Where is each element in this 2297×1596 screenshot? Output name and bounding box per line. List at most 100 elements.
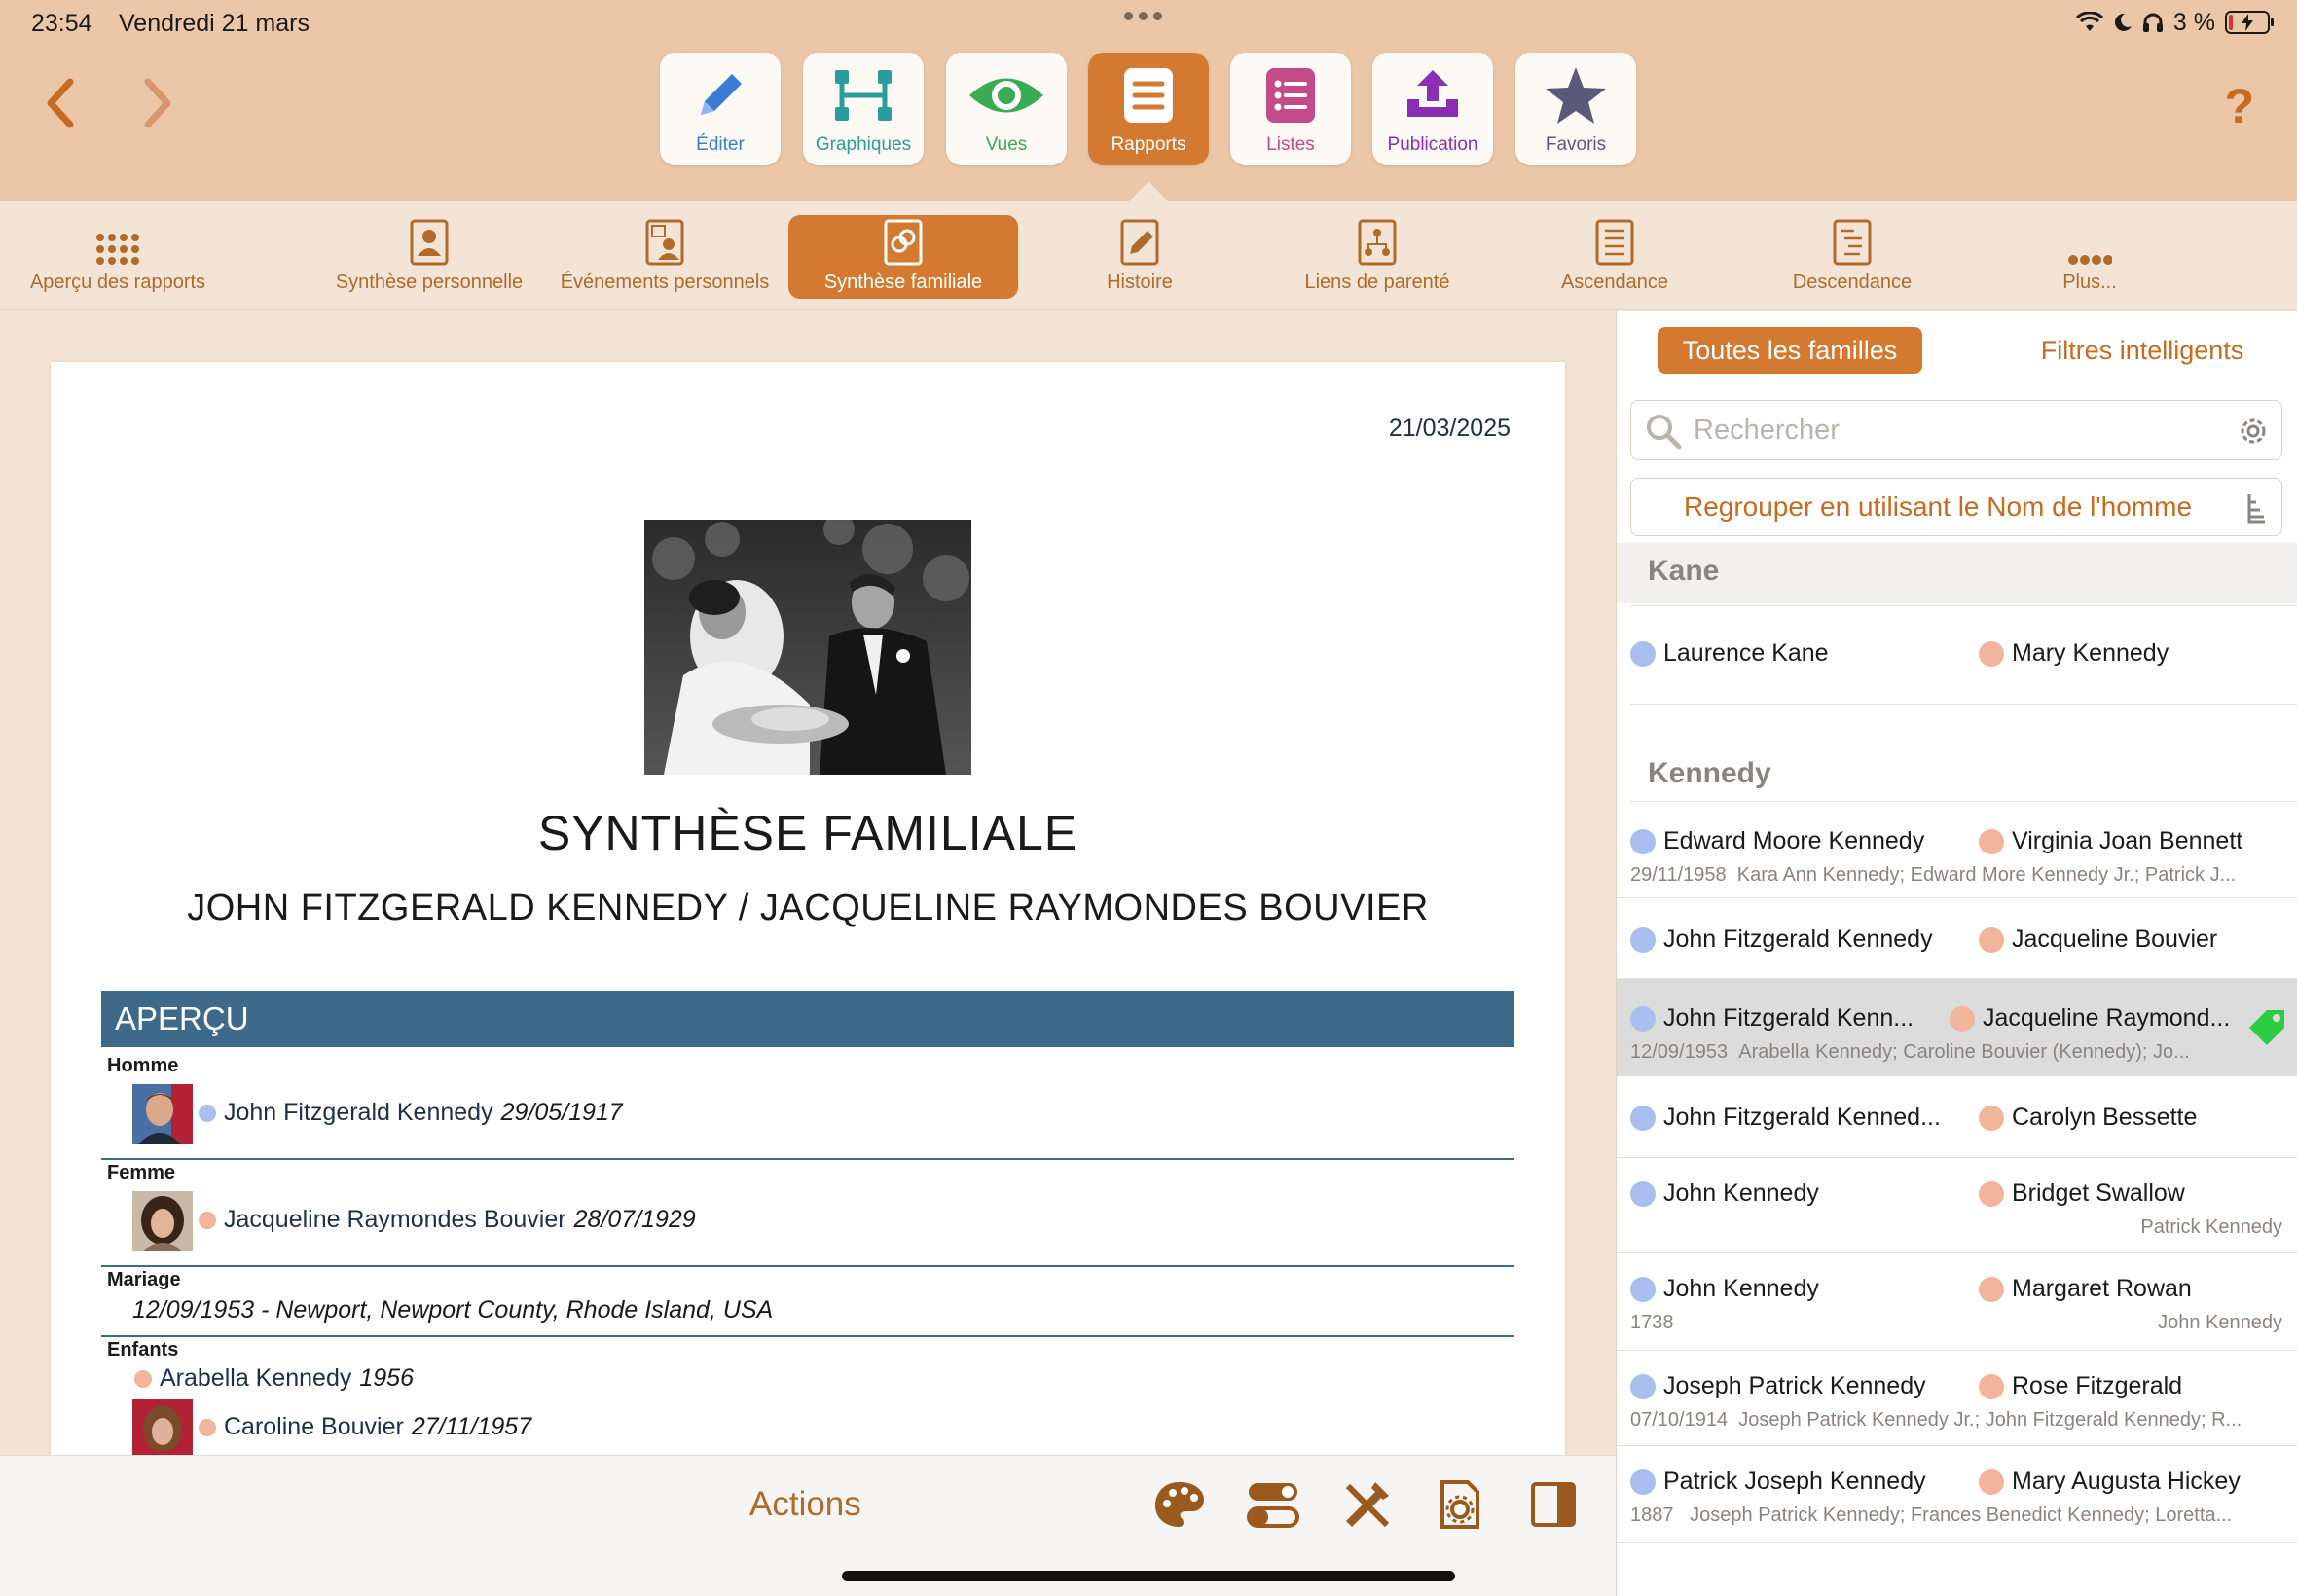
female-indicator-icon <box>134 1369 152 1388</box>
female-indicator-icon <box>1950 1005 1975 1032</box>
toggles-icon[interactable] <box>1244 1475 1302 1534</box>
wife-name: Mary Kennedy <box>2012 639 2169 667</box>
search-placeholder: Rechercher <box>1694 415 1840 446</box>
help-button[interactable]: ? <box>2224 78 2254 134</box>
tab-label: Ascendance <box>1560 272 1669 293</box>
family-row[interactable]: John Kennedy Bridget Swallow Patrick Ken… <box>1617 1158 2297 1253</box>
family-row-selected[interactable]: John Fitzgerald Kenn... Jacqueline Raymo… <box>1617 979 2297 1076</box>
favorites-label: Favoris <box>1545 134 1607 155</box>
report-lines-icon <box>1088 62 1209 128</box>
family-row[interactable]: Patrick Joseph Kennedy Mary Augusta Hick… <box>1617 1446 2297 1543</box>
tab-label: Plus... <box>2062 272 2117 293</box>
status-date: Vendredi 21 mars <box>119 10 310 37</box>
tab-relationships[interactable]: Liens de parenté <box>1269 215 1485 299</box>
husband-name: John Fitzgerald Kennedy <box>224 1099 493 1126</box>
husband-name: John Fitzgerald Kennedy <box>1663 925 1933 953</box>
female-indicator-icon <box>1979 1105 2004 1131</box>
husband-portrait[interactable] <box>132 1084 193 1144</box>
section-header-kane: Kane <box>1617 543 2297 603</box>
wife-portrait[interactable] <box>132 1191 193 1251</box>
husband-birth-date: 29/05/1917 <box>500 1099 623 1126</box>
forward-arrow-icon[interactable] <box>138 78 177 136</box>
section-header-kennedy: Kennedy <box>1617 745 2297 806</box>
home-indicator[interactable] <box>842 1571 1455 1581</box>
reports-button[interactable]: Rapports <box>1088 53 1209 165</box>
wife-entry[interactable]: Jacqueline Raymondes Bouvier 28/07/1929 <box>199 1206 696 1234</box>
group-by-button[interactable]: Regrouper en utilisant le Nom de l'homme <box>1630 478 2282 536</box>
tab-family-summary[interactable]: Synthèse familiale <box>788 215 1018 299</box>
tab-person-summary[interactable]: Synthèse personnelle <box>321 215 537 299</box>
family-row[interactable]: John Fitzgerald Kennedy Jacqueline Bouvi… <box>1617 898 2297 979</box>
star-icon <box>1515 62 1636 128</box>
tab-reports-overview[interactable]: Aperçu des rapports <box>10 215 226 299</box>
male-indicator-icon <box>1630 1180 1656 1207</box>
children-names: John Kennedy <box>2158 1312 2282 1333</box>
views-button[interactable]: Vues <box>946 53 1067 165</box>
more-dots-icon <box>1982 215 2198 266</box>
child-date: 1956 <box>359 1364 414 1392</box>
child-date: 27/11/1957 <box>411 1413 532 1440</box>
views-label: Vues <box>985 134 1028 155</box>
charts-button[interactable]: Graphiques <box>803 53 924 165</box>
family-row[interactable]: John Fitzgerald Kenned... Carolyn Besset… <box>1617 1076 2297 1158</box>
husband-entry[interactable]: John Fitzgerald Kennedy 29/05/1917 <box>199 1099 623 1127</box>
child-entry[interactable]: Arabella Kennedy 1956 <box>134 1364 414 1393</box>
child-portrait[interactable] <box>132 1399 193 1455</box>
child-entry[interactable]: Caroline Bouvier 27/11/1957 <box>199 1413 531 1441</box>
family-row[interactable]: John Kennedy Margaret Rowan 1738 John Ke… <box>1617 1253 2297 1351</box>
top-toolbar: 23:54 Vendredi 21 mars 3 % Éditer Graphi… <box>0 0 2297 201</box>
husband-name: John Fitzgerald Kenned... <box>1663 1104 1941 1131</box>
palette-icon[interactable] <box>1150 1475 1209 1534</box>
marriage-date: 07/10/1914 <box>1630 1409 1729 1431</box>
ancestry-doc-icon <box>1507 215 1723 266</box>
male-indicator-icon <box>1630 1005 1656 1032</box>
child-name: Caroline Bouvier <box>224 1413 404 1440</box>
husband-name: Laurence Kane <box>1663 639 1829 667</box>
female-indicator-icon <box>1979 640 2004 667</box>
doc-settings-icon[interactable] <box>1431 1475 1489 1534</box>
sidebar-icon[interactable] <box>1524 1475 1583 1534</box>
back-arrow-icon[interactable] <box>41 78 80 136</box>
female-indicator-icon <box>1979 1469 2004 1495</box>
marriage-label: Mariage <box>107 1269 181 1290</box>
family-row[interactable]: Edward Moore Kennedy Virginia Joan Benne… <box>1617 802 2297 898</box>
children-names: Patrick Kennedy <box>2140 1216 2282 1238</box>
gear-icon[interactable] <box>2237 415 2270 448</box>
wife-birth-date: 28/07/1929 <box>573 1206 696 1233</box>
search-field[interactable]: Rechercher <box>1630 400 2282 460</box>
husband-name: John Kennedy <box>1663 1275 1819 1302</box>
family-row[interactable]: Laurence Kane Mary Kennedy <box>1617 606 2297 704</box>
wifi-icon <box>2075 12 2103 31</box>
publication-button[interactable]: Publication <box>1372 53 1493 165</box>
tab-story[interactable]: Histoire <box>1032 215 1248 299</box>
tab-label: Événements personnels <box>560 272 770 293</box>
divider <box>1630 704 2297 705</box>
female-indicator-icon <box>1979 1373 2004 1399</box>
tab-person-events[interactable]: Événements personnels <box>553 215 777 299</box>
divider <box>101 1265 1514 1267</box>
family-row[interactable]: Joseph Patrick Kennedy Rose Fitzgerald 0… <box>1617 1351 2297 1446</box>
tab-label: Aperçu des rapports <box>29 272 206 293</box>
all-families-segment[interactable]: Toutes les familles <box>1658 327 1922 374</box>
tools-icon[interactable] <box>1337 1475 1396 1534</box>
multitasking-dots-icon[interactable] <box>1124 12 1173 27</box>
tag-icon[interactable] <box>2245 1004 2290 1049</box>
tab-descendancy[interactable]: Descendance <box>1744 215 1960 299</box>
favorites-button[interactable]: Favoris <box>1515 53 1636 165</box>
marriage-date: 12/09/1953 <box>1630 1041 1729 1063</box>
tab-more[interactable]: Plus... <box>1982 215 2198 299</box>
reports-label: Rapports <box>1111 134 1186 155</box>
actions-button[interactable]: Actions <box>749 1485 861 1524</box>
report-viewer[interactable]: 21/03/2025 SYNTHÈSE FAMILIALE JOHN FITZG… <box>0 311 1616 1455</box>
smart-filters-segment[interactable]: Filtres intelligents <box>2006 327 2279 374</box>
lists-button[interactable]: Listes <box>1230 53 1351 165</box>
calendar-person-icon <box>553 215 777 266</box>
tab-label: Liens de parenté <box>1304 272 1450 293</box>
edit-button[interactable]: Éditer <box>660 53 781 165</box>
list-icon <box>1230 62 1351 128</box>
eye-icon <box>946 62 1067 128</box>
male-indicator-icon <box>1630 926 1656 953</box>
husband-name: John Fitzgerald Kenn... <box>1663 1004 1914 1032</box>
tab-ancestry[interactable]: Ascendance <box>1507 215 1723 299</box>
chart-tree-icon <box>803 62 924 128</box>
